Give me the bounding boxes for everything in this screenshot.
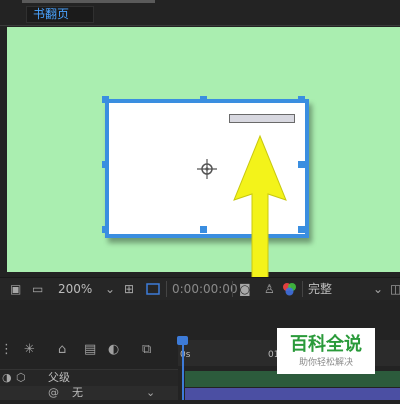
zoom-dropdown[interactable]: 200%	[58, 278, 92, 300]
handle-middle-left[interactable]	[102, 161, 109, 168]
panel-title-strip	[22, 0, 155, 3]
region-of-interest-icon[interactable]: ◫	[390, 278, 400, 300]
chevron-down-icon: ⌄	[105, 282, 116, 296]
grid-guides-icon[interactable]: ⊞	[124, 278, 134, 300]
timecode-display[interactable]: 0:00:00:00	[172, 278, 238, 300]
handle-middle-right[interactable]	[298, 161, 305, 168]
draft-3d-icon[interactable]: ⌂	[58, 341, 66, 359]
camera-snapshot-icon[interactable]: ◙	[239, 278, 251, 300]
frame-blend-icon[interactable]: ▤	[84, 341, 96, 359]
snapshot-layers-icon[interactable]: ▣	[10, 278, 21, 300]
annotation-arrow-icon	[233, 134, 287, 297]
monitor-icon[interactable]: ▭	[32, 278, 43, 300]
layer-title-bar-shape	[229, 114, 295, 123]
toolbar-divider	[232, 281, 233, 297]
parent-dropdown[interactable]: 无	[72, 382, 83, 404]
layer-duration-bar-selected[interactable]	[185, 388, 400, 400]
motion-blur-icon[interactable]: ◐	[108, 341, 119, 359]
handle-bottom-left[interactable]	[102, 226, 109, 233]
graph-editor-icon[interactable]: ⧉	[142, 341, 151, 359]
anchor-point-icon[interactable]	[195, 157, 219, 181]
watermark-title: 百科全说	[290, 334, 362, 355]
tab-composition[interactable]: 书翻页	[26, 6, 94, 23]
handle-top-center[interactable]	[200, 96, 207, 103]
composition-viewer[interactable]	[7, 27, 400, 272]
show-snapshot-icon[interactable]: ♙	[264, 278, 275, 300]
composition-panel-header: 书翻页	[0, 0, 400, 26]
mask-visibility-icon[interactable]	[145, 282, 161, 296]
toolbar-divider	[166, 281, 167, 297]
handle-bottom-right[interactable]	[298, 226, 305, 233]
handle-bottom-center[interactable]	[200, 226, 207, 233]
header-divider	[0, 25, 400, 26]
handle-top-right[interactable]	[298, 96, 305, 103]
resolution-dropdown[interactable]: 完整	[308, 278, 332, 300]
toolbar-divider	[302, 281, 303, 297]
viewer-toolbar: ▣ ▭ 200% ⌄ ⊞ 0:00:00:00 ◙ ♙ 完整 ⌄ ◫	[0, 277, 400, 300]
parent-pickwhip-icon[interactable]: @	[48, 382, 59, 404]
watermark-badge: 百科全说 助你轻松解决	[277, 328, 375, 374]
handle-top-left[interactable]	[102, 96, 109, 103]
color-channels-icon[interactable]	[282, 282, 297, 296]
watermark-subtitle: 助你轻松解决	[298, 358, 353, 368]
menu-dots-icon[interactable]: ⋮	[0, 341, 13, 359]
chevron-down-icon: ⌄	[146, 386, 156, 399]
layer-row[interactable]: @ 无 ⌄	[0, 386, 178, 400]
solo-sparkle-icon[interactable]: ✳	[24, 341, 35, 359]
playhead-line[interactable]	[182, 338, 184, 400]
chevron-down-icon: ⌄	[373, 282, 384, 296]
